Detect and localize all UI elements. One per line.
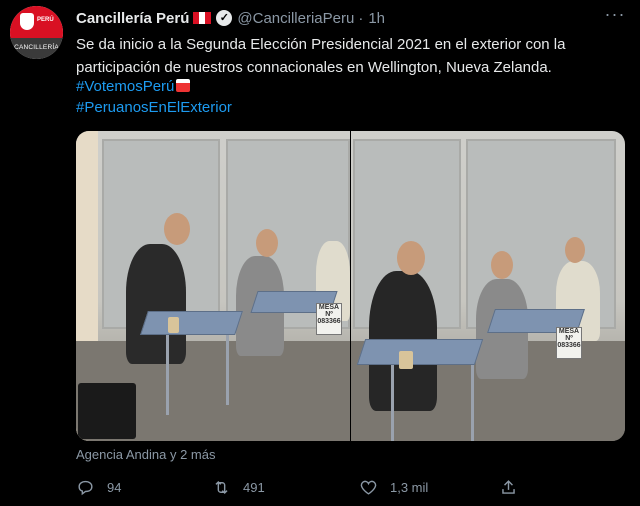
- retweet-count: 491: [243, 480, 265, 495]
- tweet-card[interactable]: PERÚ CANCILLERÍA Cancillería Perú ✓ @Can…: [0, 0, 640, 506]
- hashtag-label[interactable]: #VotemosPerú: [76, 78, 174, 95]
- avatar-label: CANCILLERÍA: [14, 44, 59, 51]
- separator: ·: [358, 9, 364, 27]
- author-handle[interactable]: @CancilleriaPeru: [237, 10, 354, 27]
- desk: [356, 339, 484, 365]
- flag-peru-icon: [193, 12, 212, 24]
- table-sign: MESA Nº 083366: [316, 303, 342, 335]
- more-options-icon[interactable]: ···: [603, 5, 627, 26]
- tweet-actions: 94 491 1,3 mil: [76, 478, 621, 498]
- like-icon: [360, 480, 377, 495]
- trash-bin: [78, 383, 136, 439]
- like-count: 1,3 mil: [390, 480, 429, 495]
- retweet-icon: [215, 480, 228, 495]
- retweet-button[interactable]: 491: [212, 478, 265, 497]
- hashtag-link[interactable]: #PeruanosEnElExterior: [76, 99, 232, 116]
- verified-badge-icon: ✓: [216, 10, 233, 26]
- desk: [140, 311, 243, 335]
- tweet-header: Cancillería Perú ✓ @CancilleriaPeru · 1h: [76, 8, 385, 28]
- tweet-photo-1[interactable]: MESA Nº 083366: [76, 131, 350, 441]
- media-source[interactable]: Agencia Andina y 2 más: [76, 447, 215, 462]
- ballot-box-icon: [176, 79, 191, 92]
- reply-button[interactable]: 94: [76, 478, 121, 497]
- share-button[interactable]: [499, 478, 518, 497]
- person: [126, 244, 186, 364]
- share-icon: [502, 480, 515, 494]
- avatar-country-label: PERÚ: [37, 17, 54, 23]
- like-button[interactable]: 1,3 mil: [359, 478, 428, 497]
- tweet-photo-2[interactable]: MESA Nº 083366: [351, 131, 625, 441]
- tweet-text: Se da inicio a la Segunda Elección Presi…: [76, 36, 566, 76]
- timestamp[interactable]: 1h: [368, 10, 385, 27]
- table-sign: MESA Nº 083366: [556, 327, 582, 359]
- author-name[interactable]: Cancillería Perú: [76, 10, 189, 27]
- hashtag-link[interactable]: #VotemosPerú: [76, 78, 191, 95]
- reply-icon: [78, 480, 93, 496]
- avatar[interactable]: PERÚ CANCILLERÍA: [10, 6, 63, 59]
- reply-count: 94: [107, 480, 122, 495]
- coat-of-arms-icon: [20, 13, 34, 30]
